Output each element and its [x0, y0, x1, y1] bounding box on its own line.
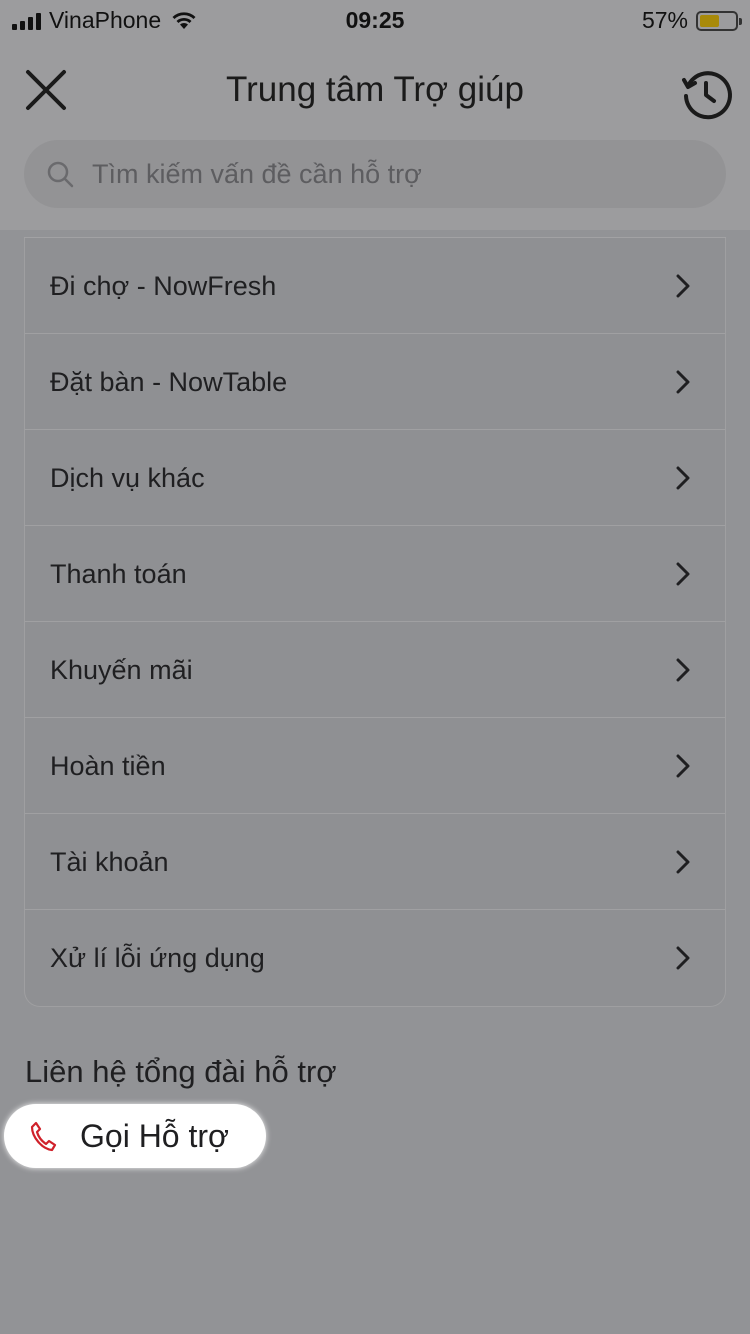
- search-icon: [47, 161, 74, 188]
- topic-label: Xử lí lỗi ứng dụng: [50, 943, 265, 973]
- topic-row-refund[interactable]: Hoàn tiền: [25, 718, 725, 814]
- chevron-right-icon: [676, 466, 690, 490]
- topic-label: Dịch vụ khác: [50, 463, 205, 493]
- topic-list: Đi chợ - NowFresh Đặt bàn - NowTable Dịc…: [24, 238, 726, 1007]
- topic-label: Tài khoản: [50, 847, 169, 877]
- topic-row-promotions[interactable]: Khuyến mãi: [25, 622, 725, 718]
- chevron-right-icon: [676, 850, 690, 874]
- chevron-right-icon: [676, 562, 690, 586]
- chevron-right-icon: [676, 658, 690, 682]
- battery-percent: 57%: [641, 7, 688, 33]
- chevron-right-icon: [676, 754, 690, 778]
- battery-icon: [696, 10, 742, 31]
- call-support-button[interactable]: Gọi Hỗ trợ: [4, 1104, 266, 1168]
- topic-row-nowfresh[interactable]: Đi chợ - NowFresh: [25, 238, 725, 334]
- search-bar[interactable]: [24, 140, 726, 208]
- status-time: 09:25: [345, 7, 405, 33]
- history-icon[interactable]: [678, 66, 734, 122]
- topic-label: Đặt bàn - NowTable: [50, 367, 288, 397]
- topic-row-nowtable[interactable]: Đặt bàn - NowTable: [25, 334, 725, 430]
- topic-label: Hoàn tiền: [50, 751, 166, 781]
- topic-label: Khuyến mãi: [50, 655, 193, 685]
- chevron-right-icon: [676, 946, 690, 970]
- contact-section-title: Liên hệ tổng đài hỗ trợ: [25, 1054, 337, 1089]
- phone-icon: [30, 1121, 57, 1152]
- page-title: Trung tâm Trợ giúp: [226, 70, 524, 109]
- header: Trung tâm Trợ giúp: [0, 40, 750, 230]
- battery-fill: [700, 14, 720, 27]
- status-bar: VinaPhone 09:25 57%: [0, 0, 750, 40]
- call-support-label: Gọi Hỗ trợ: [80, 1118, 230, 1154]
- chevron-right-icon: [676, 370, 690, 394]
- topic-label: Đi chợ - NowFresh: [50, 271, 277, 301]
- search-input[interactable]: [92, 140, 692, 208]
- topic-row-payment[interactable]: Thanh toán: [25, 526, 725, 622]
- topic-row-other-services[interactable]: Dịch vụ khác: [25, 430, 725, 526]
- topic-label: Thanh toán: [50, 559, 187, 589]
- battery-group: 57%: [641, 7, 742, 34]
- topic-row-app-errors[interactable]: Xử lí lỗi ứng dụng: [25, 910, 725, 1006]
- chevron-right-icon: [676, 274, 690, 298]
- topic-row-account[interactable]: Tài khoản: [25, 814, 725, 910]
